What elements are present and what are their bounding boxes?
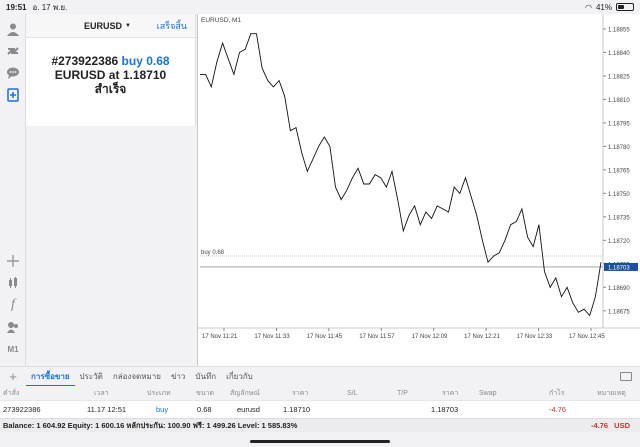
tab-mailbox[interactable]: กล่องจดหมาย: [108, 367, 166, 387]
battery-percent: 41%: [595, 2, 612, 12]
row-profit: -4.76: [549, 405, 567, 414]
tab-history[interactable]: ประวัติ: [75, 367, 108, 387]
header-time: เวลา: [94, 389, 109, 397]
tab-news[interactable]: ข่าว: [166, 367, 190, 387]
header-price2: ราคา: [442, 389, 459, 397]
x-tick-label: 17 Nov 11:45: [307, 334, 343, 340]
objects-icon[interactable]: [4, 318, 22, 336]
row-symbol: eurusd: [237, 405, 260, 414]
y-tick-label: 1.18840: [608, 51, 630, 57]
x-tick-label: 17 Nov 11:57: [359, 334, 395, 340]
header-price: ราคา: [292, 389, 309, 397]
header-type: ประเภท: [147, 389, 171, 397]
chevron-down-icon[interactable]: ▼: [125, 23, 131, 29]
tab-trade[interactable]: การซื้อขาย: [26, 367, 75, 387]
quotes-arrows-icon[interactable]: [4, 42, 22, 60]
current-price-label: 1.18703: [608, 265, 630, 271]
table-row[interactable]: 273922386 11.17 12:51 buy 0.68 eurusd 1.…: [0, 400, 640, 418]
header-profit: กำไร: [549, 389, 565, 397]
chat-icon[interactable]: [4, 64, 22, 82]
header-sl: S/L: [347, 389, 358, 397]
order-action: buy 0.68: [121, 54, 170, 68]
x-tick-label: 17 Nov 12:09: [412, 334, 448, 340]
y-tick-label: 1.18855: [608, 27, 630, 33]
y-tick-label: 1.18720: [608, 239, 630, 245]
timeframe-m1-button[interactable]: M1: [4, 340, 22, 358]
y-tick-label: 1.18810: [608, 98, 630, 104]
status-date: อ. 17 พ.ย.: [32, 2, 68, 12]
function-icon[interactable]: f: [4, 296, 22, 314]
crosshair-icon[interactable]: [4, 252, 22, 270]
x-tick-label: 17 Nov 12:21: [464, 334, 500, 340]
total-profit: -4.76 USD: [591, 421, 630, 430]
order-result-panel: EURUSD ▼ เสร็จสิ้น #273922386 buy 0.68 E…: [26, 14, 196, 126]
order-price: 1.18710: [122, 68, 167, 82]
status-bar: 19:51 อ. 17 พ.ย. ◠ 41%: [0, 0, 640, 14]
status-right: ◠ 41%: [585, 3, 634, 12]
add-icon[interactable]: +: [0, 369, 26, 384]
x-tick-label: 17 Nov 11:33: [254, 334, 290, 340]
done-button[interactable]: เสร็จสิ้น: [157, 19, 187, 33]
price-chart[interactable]: EURUSD, M1 1.18855 1.18840 1.18825 1.18810 1.…: [197, 14, 640, 366]
x-tick-label: 17 Nov 11:21: [202, 334, 238, 340]
header-size: ขนาด: [196, 389, 215, 397]
order-ticket: #273922386: [51, 54, 119, 68]
order-symbol-selector[interactable]: EURUSD: [84, 21, 122, 31]
y-tick-label: 1.18795: [608, 121, 630, 127]
order-result-body: #273922386 buy 0.68 EURUSD at 1.18710 สำ…: [26, 54, 195, 96]
y-tick-label: 1.18675: [608, 309, 630, 315]
tool-sidebar: f M1: [0, 14, 26, 366]
order-panel-header: EURUSD ▼ เสร็จสิ้น: [26, 14, 195, 38]
battery-fill: [618, 5, 624, 9]
row-time: 11.17 12:51: [87, 405, 127, 414]
header-comment: หมายเหตุ: [597, 389, 626, 397]
order-result-line2: EURUSD at 1.18710: [26, 68, 195, 82]
order-status: สำเร็จ: [94, 82, 127, 96]
battery-icon: [616, 3, 634, 11]
balance-summary: Balance: 1 604.92 Equity: 1 600.16 หลักป…: [3, 420, 298, 430]
y-tick-label: 1.18780: [608, 145, 630, 151]
trade-table-header: คำสั่ง เวลา ประเภท ขนาด สัญลักษณ์ ราคา S…: [0, 386, 640, 400]
row-size: 0.68: [197, 405, 212, 414]
header-tp: T/P: [397, 389, 408, 397]
y-tick-label: 1.18765: [608, 168, 630, 174]
x-tick-label: 17 Nov 12:45: [569, 334, 605, 340]
header-symbol: สัญลักษณ์: [230, 389, 260, 397]
account-icon[interactable]: [4, 20, 22, 38]
chart-symbol-label: EURUSD, M1: [201, 17, 241, 24]
currency-label: USD: [614, 421, 630, 430]
price-series-line: [200, 33, 602, 317]
row-order: 273922386: [3, 405, 41, 414]
y-tick-label: 1.18750: [608, 192, 630, 198]
y-tick-label: 1.18735: [608, 215, 630, 221]
x-tick-label: 17 Nov 12:33: [517, 334, 553, 340]
wifi-icon: ◠: [585, 2, 592, 12]
new-order-icon[interactable]: [4, 86, 22, 104]
window-toggle-icon[interactable]: [620, 372, 632, 381]
tab-journal[interactable]: บันทึก: [190, 367, 221, 387]
row-price: 1.18710: [283, 405, 311, 414]
y-tick-label: 1.18825: [608, 74, 630, 80]
bottom-tab-bar: + การซื้อขาย ประวัติ กล่องจดหมาย ข่าว บั…: [0, 366, 640, 387]
row-type: buy: [156, 405, 169, 414]
buy-level-label: buy 0.68: [201, 250, 225, 256]
header-order: คำสั่ง: [3, 389, 20, 397]
chart-svg[interactable]: EURUSD, M1 1.18855 1.18840 1.18825 1.18810 1.…: [198, 14, 640, 366]
y-tick-label: 1.18690: [608, 286, 630, 292]
total-profit-value: -4.76: [590, 421, 609, 430]
tab-about[interactable]: เกี่ยวกับ: [221, 367, 258, 387]
balance-bar: Balance: 1 604.92 Equity: 1 600.16 หลักป…: [0, 418, 640, 432]
status-time: 19:51: [6, 2, 27, 12]
order-symbol-at: EURUSD at: [54, 68, 120, 82]
indicators-icon[interactable]: [4, 274, 22, 292]
header-swap: Swap: [479, 389, 497, 397]
row-price2: 1.18703: [431, 405, 459, 414]
order-result-line1: #273922386 buy 0.68: [26, 54, 195, 68]
home-indicator[interactable]: [250, 440, 390, 443]
